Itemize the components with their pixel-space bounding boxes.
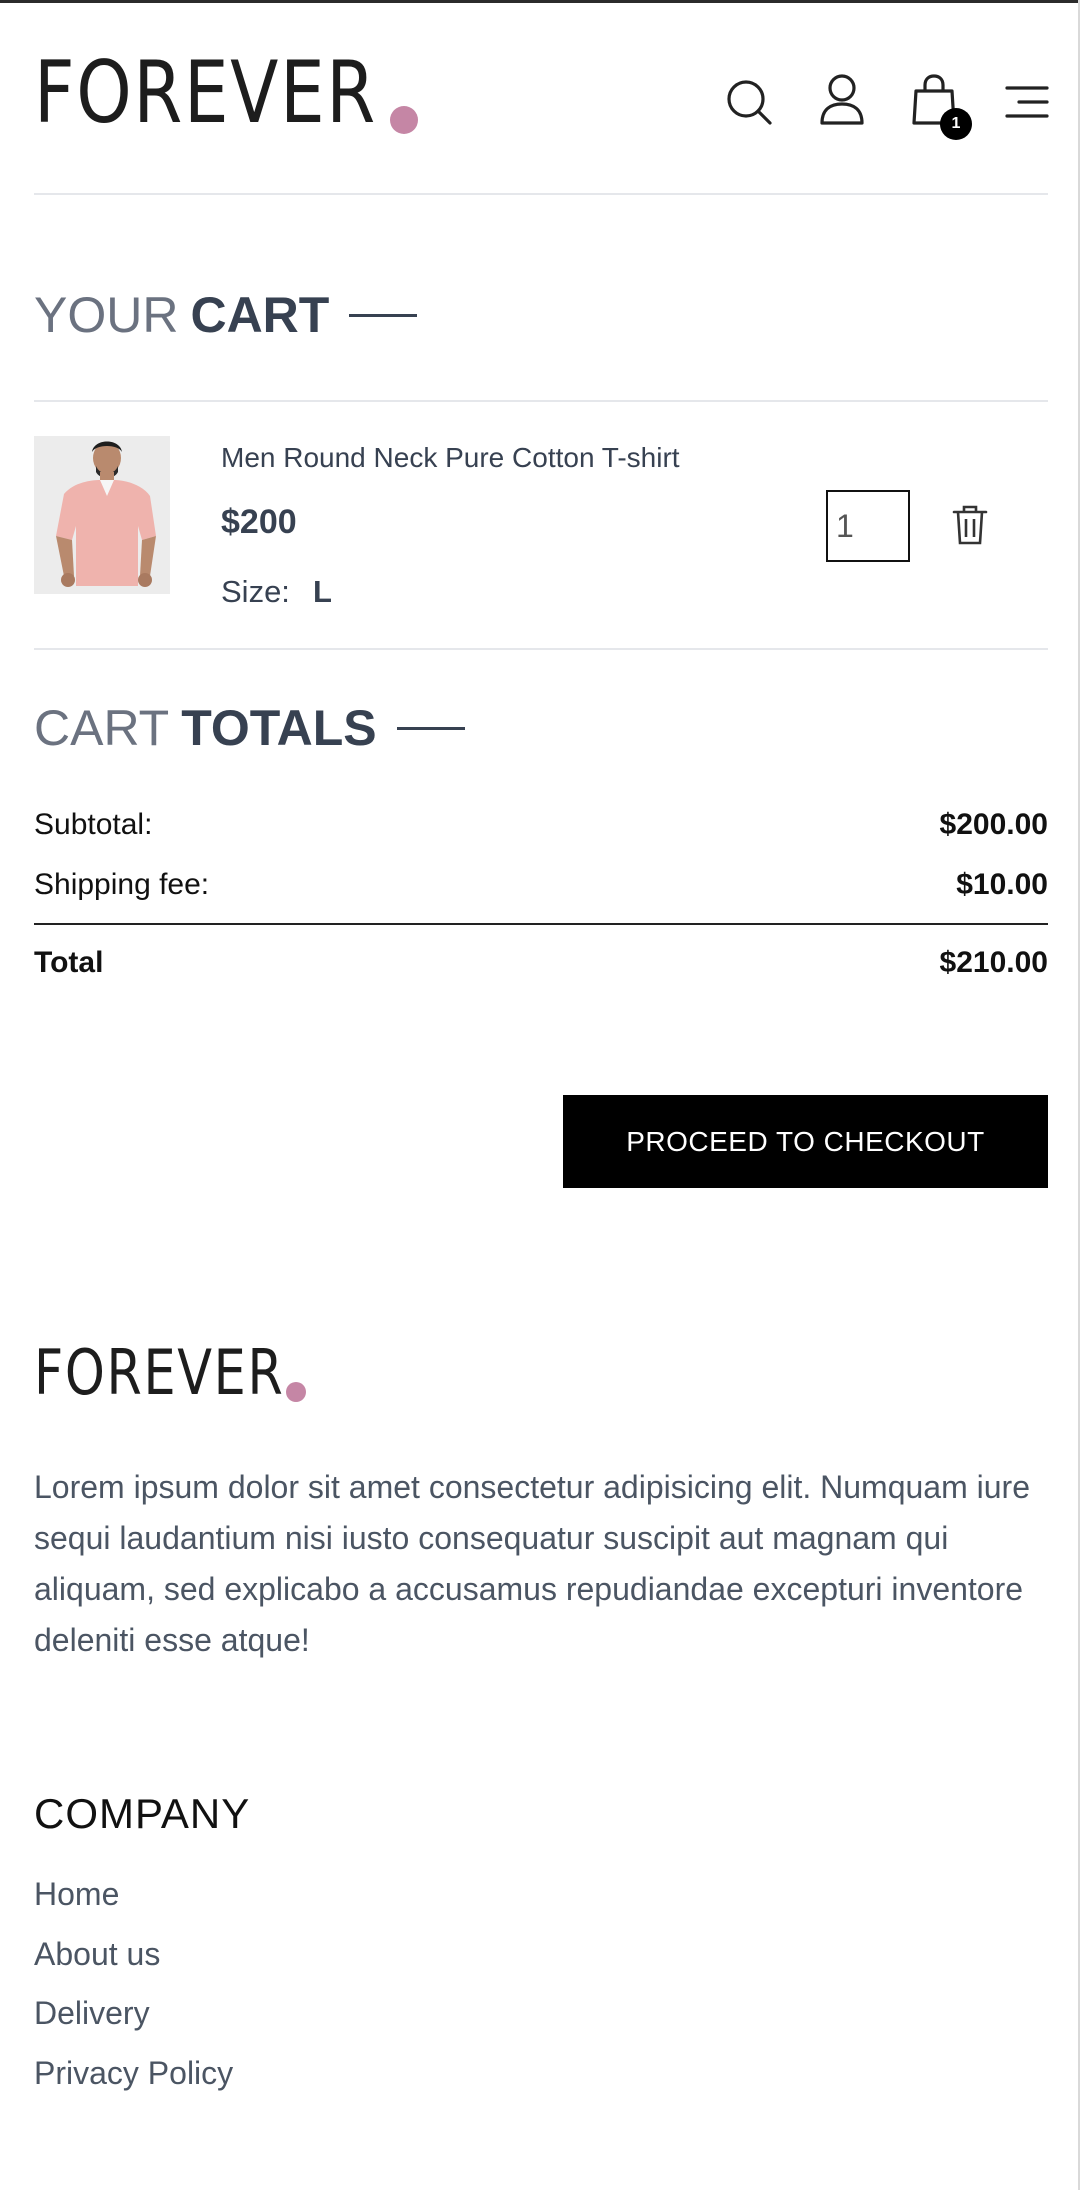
total-divider xyxy=(34,923,1048,925)
totals-title-light: CART xyxy=(34,700,170,756)
product-image xyxy=(34,436,170,594)
footer-logo[interactable]: FOREVER xyxy=(34,1342,339,1404)
brand-logo[interactable]: FOREVER xyxy=(34,50,452,136)
footer-description: Lorem ipsum dolor sit amet consectetur a… xyxy=(34,1469,1030,1658)
trash-icon[interactable] xyxy=(950,503,990,547)
total-label: Total xyxy=(34,946,104,979)
shipping-label: Shipping fee: xyxy=(34,868,210,901)
total-row: Total $210.00 xyxy=(34,946,1048,980)
total-value: $210.00 xyxy=(939,946,1048,979)
proceed-to-checkout-button[interactable]: PROCEED TO CHECKOUT xyxy=(563,1095,1048,1188)
title-dash xyxy=(349,313,418,317)
shopping-bag-icon[interactable]: 1 xyxy=(904,70,972,140)
site-header: FOREVER 1 xyxy=(34,40,1049,195)
top-border xyxy=(0,0,1080,3)
footer-link-privacy[interactable]: Privacy Policy xyxy=(34,2055,233,2092)
cart-count-badge: 1 xyxy=(940,108,972,140)
footer-logo-dot xyxy=(286,1382,306,1402)
product-name[interactable]: Men Round Neck Pure Cotton T-shirt xyxy=(221,442,680,474)
cart-bottom-divider xyxy=(34,648,1048,650)
logo-text: FOREVER xyxy=(34,43,377,143)
shipping-value: $10.00 xyxy=(956,868,1048,901)
search-icon[interactable] xyxy=(719,72,779,132)
totals-title: CART TOTALS xyxy=(34,703,465,753)
subtotal-row: Subtotal: $200.00 xyxy=(34,808,1048,842)
cart-title-bold: CART xyxy=(190,287,330,343)
size-label: Size: xyxy=(221,574,290,609)
subtotal-value: $200.00 xyxy=(939,808,1048,841)
size-value: L xyxy=(313,574,332,609)
title-dash xyxy=(396,726,465,730)
totals-title-bold: TOTALS xyxy=(181,700,377,756)
shipping-row: Shipping fee: $10.00 xyxy=(34,868,1048,902)
quantity-input[interactable] xyxy=(826,490,910,562)
menu-icon[interactable] xyxy=(996,72,1056,132)
product-price: $200 xyxy=(221,503,297,541)
company-heading: COMPANY xyxy=(34,1790,251,1837)
cart-top-divider xyxy=(34,400,1048,402)
footer-link-about[interactable]: About us xyxy=(34,1936,160,1973)
cart-title-light: YOUR xyxy=(34,287,179,343)
user-icon[interactable] xyxy=(812,70,872,130)
logo-dot xyxy=(390,106,418,134)
subtotal-label: Subtotal: xyxy=(34,808,153,841)
footer-link-delivery[interactable]: Delivery xyxy=(34,1995,150,2032)
cart-title: YOUR CART xyxy=(34,287,418,343)
footer-link-home[interactable]: Home xyxy=(34,1876,119,1913)
footer-logo-text: FOREVER xyxy=(34,1336,285,1409)
